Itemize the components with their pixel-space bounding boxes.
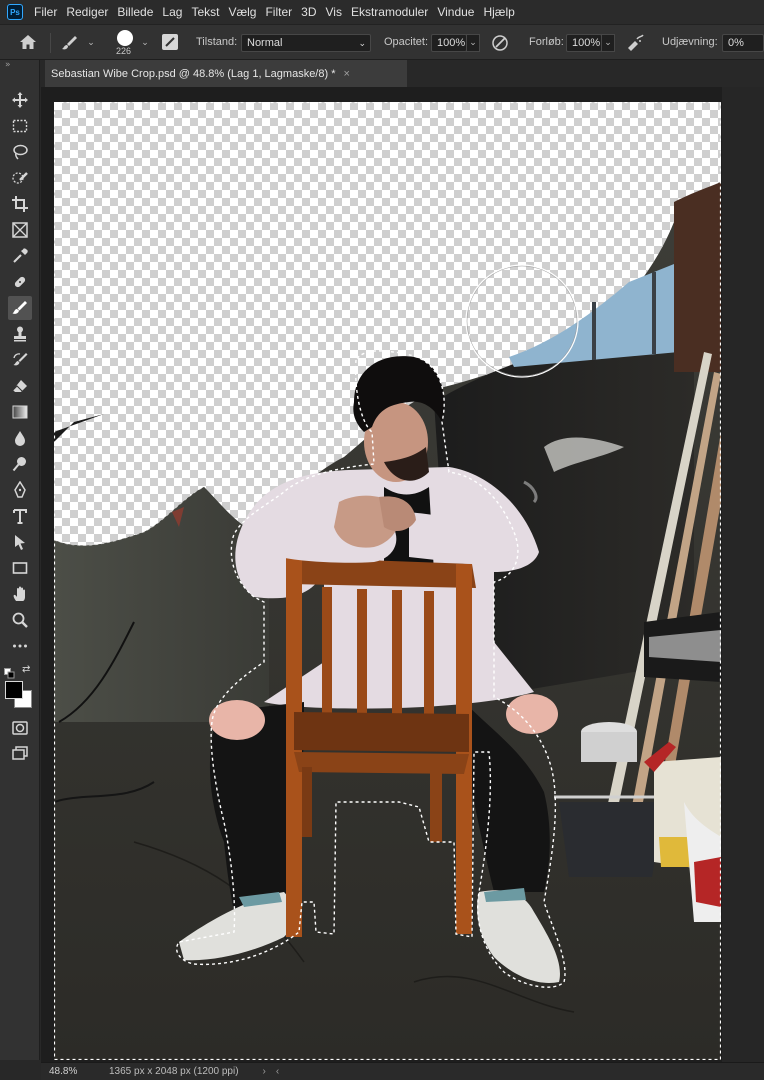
screen-mode-icon[interactable] [8, 742, 32, 766]
history-brush-tool-icon[interactable] [8, 348, 32, 372]
airbrush-icon[interactable] [625, 33, 645, 56]
menu-hjaelp[interactable]: Hjælp [483, 5, 514, 19]
brush-tool-icon[interactable] [8, 296, 32, 320]
eyedropper-tool-icon[interactable] [8, 244, 32, 268]
clone-stamp-tool-icon[interactable] [8, 322, 32, 346]
brush-size-label: 226 [116, 46, 132, 56]
menu-tekst[interactable]: Tekst [191, 5, 219, 19]
menu-vaelg[interactable]: Vælg [228, 5, 256, 19]
menu-vis[interactable]: Vis [325, 5, 341, 19]
menu-filter[interactable]: Filter [265, 5, 292, 19]
opacity-field[interactable]: 100% [431, 34, 467, 52]
path-select-tool-icon[interactable] [8, 530, 32, 554]
status-info-arrow-icon[interactable]: › [263, 1066, 266, 1077]
menu-rediger[interactable]: Rediger [66, 5, 108, 19]
flow-label: Forløb: [529, 36, 564, 48]
hand-tool-icon[interactable] [8, 582, 32, 606]
bucket [559, 802, 664, 877]
menu-3d[interactable]: 3D [301, 5, 316, 19]
status-scroll-left-icon[interactable]: ‹ [276, 1066, 279, 1077]
brush-settings-chevron-icon[interactable]: ⌄ [138, 34, 152, 52]
gradient-tool-icon[interactable] [8, 400, 32, 424]
dodge-tool-icon[interactable] [8, 452, 32, 476]
healing-brush-tool-icon[interactable] [8, 270, 32, 294]
flow-chevron-icon[interactable]: ⌄ [601, 34, 615, 52]
more-tools-icon[interactable] [8, 634, 32, 658]
close-tab-icon[interactable]: × [344, 68, 350, 80]
mode-select[interactable]: Normal ⌄ [241, 34, 371, 52]
brush-preset-icon[interactable] [60, 34, 80, 55]
flow-field[interactable]: 100% [566, 34, 602, 52]
document-tab[interactable]: Sebastian Wibe Crop.psd @ 48.8% (Lag 1, … [45, 60, 407, 87]
smoothing-field[interactable]: 0% [722, 34, 764, 52]
photo-layer [54, 102, 721, 1060]
default-colors-icon[interactable] [4, 664, 15, 679]
brush-settings-panel-icon[interactable] [160, 32, 180, 55]
document-canvas[interactable] [54, 102, 721, 1060]
document-size: 1365 px x 2048 px (1200 ppi) [109, 1066, 239, 1077]
foreground-color-swatch[interactable] [5, 681, 23, 699]
tools-panel: » ⇄ [0, 60, 40, 1060]
menu-filer[interactable]: Filer [34, 5, 57, 19]
rect-marquee-tool-icon[interactable] [8, 114, 32, 138]
pressure-opacity-icon[interactable] [490, 33, 510, 56]
document-tab-bar: Sebastian Wibe Crop.psd @ 48.8% (Lag 1, … [40, 60, 764, 87]
rectangle-tool-icon[interactable] [8, 556, 32, 580]
quick-select-tool-icon[interactable] [8, 166, 32, 190]
menu-ekstramoduler[interactable]: Ekstramoduler [351, 5, 428, 19]
concrete-wall [54, 487, 269, 722]
home-icon[interactable] [18, 33, 38, 54]
brush-preset-chevron-icon[interactable]: ⌄ [84, 34, 98, 52]
lasso-tool-icon[interactable] [8, 140, 32, 164]
menu-vindue[interactable]: Vindue [437, 5, 474, 19]
move-tool-icon[interactable] [8, 88, 32, 112]
frame-tool-icon[interactable] [8, 218, 32, 242]
panel-dock-edge [722, 87, 764, 1062]
zoom-tool-icon[interactable] [8, 608, 32, 632]
opacity-label: Opacitet: [384, 36, 429, 48]
crop-tool-icon[interactable] [8, 192, 32, 216]
smoothing-label: Udjævning: [662, 36, 718, 48]
canvas-workspace[interactable] [41, 87, 764, 1062]
mode-select-chevron-icon: ⌄ [358, 38, 366, 48]
separator [50, 33, 51, 53]
zoom-level[interactable]: 48.8% [49, 1066, 93, 1077]
photoshop-logo[interactable]: Ps [7, 4, 23, 20]
opacity-chevron-icon[interactable]: ⌄ [466, 34, 480, 52]
pen-tool-icon[interactable] [8, 478, 32, 502]
collapse-icon[interactable]: » [5, 60, 11, 70]
mode-select-value: Normal [247, 37, 283, 49]
eraser-tool-icon[interactable] [8, 374, 32, 398]
status-bar: 48.8% 1365 px x 2048 px (1200 ppi) › ‹ [41, 1062, 764, 1080]
blur-tool-icon[interactable] [8, 426, 32, 450]
menu-lag[interactable]: Lag [162, 5, 182, 19]
mode-label: Tilstand: [196, 36, 238, 48]
document-tab-title: Sebastian Wibe Crop.psd @ 48.8% (Lag 1, … [51, 67, 336, 80]
menu-billede[interactable]: Billede [117, 5, 153, 19]
swap-colors-icon[interactable]: ⇄ [22, 664, 34, 676]
options-bar: ⌄ 226 ⌄ Tilstand: Normal ⌄ Opacitet: 100… [0, 24, 764, 60]
menu-bar: Ps Filer Rediger Billede Lag Tekst Vælg … [0, 0, 764, 24]
type-tool-icon[interactable] [8, 504, 32, 528]
quick-mask-icon[interactable] [8, 716, 32, 740]
